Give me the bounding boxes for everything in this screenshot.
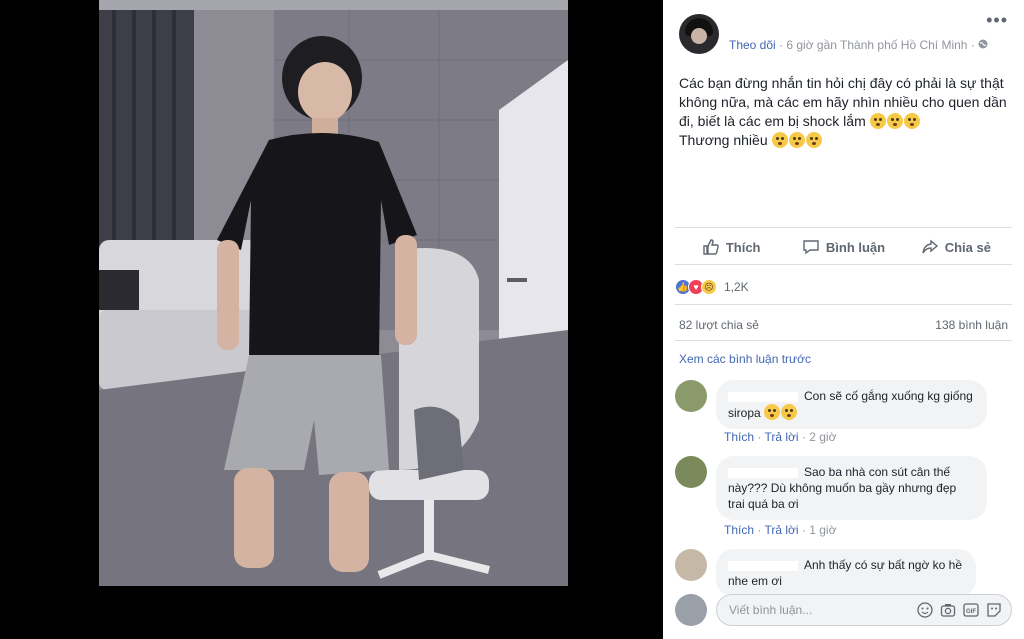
author-avatar[interactable] xyxy=(679,14,719,54)
comment-count[interactable]: 138 bình luận xyxy=(935,318,1008,332)
divider xyxy=(675,264,1012,265)
share-count[interactable]: 82 lượt chia sẻ xyxy=(679,318,759,332)
like-button[interactable]: Thích xyxy=(675,230,787,264)
commenter-name-redacted[interactable] xyxy=(728,560,798,571)
post-text-line-2: Thương nhiều xyxy=(679,132,772,148)
share-label: Chia sẻ xyxy=(944,239,991,255)
flushed-emoji-icon xyxy=(869,113,886,129)
post-panel: Theo dõi · 6 giờ gần Thành phố Hồ Chí Mi… xyxy=(663,0,1024,639)
sad-reaction-icon: ☹ xyxy=(701,279,717,295)
commenter-name-redacted[interactable] xyxy=(728,391,798,402)
share-button[interactable]: Chia sẻ xyxy=(900,230,1012,264)
author-name-redacted[interactable] xyxy=(733,14,823,26)
flushed-emoji-icon xyxy=(903,113,920,129)
reactions-summary[interactable]: 👍 ♥ ☹ 1,2K xyxy=(675,278,749,296)
comment-bubble: Sao ba nhà con sút cân thế này??? Dù khô… xyxy=(716,456,987,520)
hug-emoji-icon xyxy=(771,132,788,148)
thinking-emoji-icon xyxy=(764,404,781,420)
photo-image xyxy=(99,0,568,586)
comment-like-link[interactable]: Thích xyxy=(724,523,754,537)
commenter-name-redacted[interactable] xyxy=(728,467,798,478)
emoji-icon[interactable] xyxy=(917,602,933,618)
post-text: Các bạn đừng nhắn tin hỏi chị đây có phả… xyxy=(679,74,1014,150)
globe-icon xyxy=(978,38,988,52)
action-bar: Thích Bình luận Chia sẻ xyxy=(675,230,1012,264)
more-options-icon[interactable]: ••• xyxy=(986,11,1008,29)
comment-button[interactable]: Bình luận xyxy=(787,230,899,264)
divider xyxy=(675,304,1012,305)
comment-reply-link[interactable]: Trả lời xyxy=(764,523,798,537)
follow-link[interactable]: Theo dõi xyxy=(729,38,776,52)
commenter-avatar[interactable] xyxy=(675,380,707,412)
comment-reply-link[interactable]: Trả lời xyxy=(764,430,798,444)
comment-label: Bình luận xyxy=(825,239,886,255)
commenter-avatar[interactable] xyxy=(675,549,707,581)
sticker-icon[interactable] xyxy=(986,602,1002,618)
commenter-avatar[interactable] xyxy=(675,456,707,488)
view-previous-comments-link[interactable]: Xem các bình luận trước xyxy=(679,352,811,366)
like-label: Thích xyxy=(725,239,761,255)
comment-time[interactable]: 2 giờ xyxy=(809,430,836,444)
comment-composer: GIF xyxy=(675,594,1012,626)
flushed-emoji-icon xyxy=(886,113,903,129)
comment-actions: Thích · Trả lời · 1 giờ xyxy=(724,523,837,537)
post-header: Theo dõi · 6 giờ gần Thành phố Hồ Chí Mi… xyxy=(663,0,1024,60)
post-stats: 82 lượt chia sẻ 138 bình luận xyxy=(679,318,1008,332)
share-arrow-icon xyxy=(921,239,938,254)
user-avatar[interactable] xyxy=(675,594,707,626)
speech-bubble-icon xyxy=(803,240,819,255)
svg-text:GIF: GIF xyxy=(966,609,976,615)
comment-actions: Thích · Trả lời · 2 giờ xyxy=(724,430,837,444)
comment-time[interactable]: 1 giờ xyxy=(809,523,836,537)
comment-bubble: Con sẽ cố gắng xuống kg giống siropa xyxy=(716,380,987,429)
thinking-emoji-icon xyxy=(781,404,798,420)
post-text-line-1: Các bạn đừng nhắn tin hỏi chị đây có phả… xyxy=(679,75,1007,129)
thumbs-up-icon xyxy=(703,239,719,255)
camera-icon[interactable] xyxy=(940,602,956,618)
post-time-location[interactable]: · 6 giờ gần Thành phố Hồ Chí Minh · xyxy=(776,38,978,52)
comment-bubble: Anh thấy có sự bất ngờ ko hề nhe em ơi xyxy=(716,549,976,597)
composer-icons: GIF xyxy=(917,602,1002,618)
hug-emoji-icon xyxy=(788,132,805,148)
reaction-count[interactable]: 1,2K xyxy=(724,280,749,294)
hug-emoji-icon xyxy=(805,132,822,148)
divider xyxy=(675,340,1012,341)
post-meta: Theo dõi · 6 giờ gần Thành phố Hồ Chí Mi… xyxy=(729,38,988,52)
post-photo[interactable] xyxy=(99,0,568,586)
gif-icon[interactable]: GIF xyxy=(963,602,979,618)
comment-like-link[interactable]: Thích xyxy=(724,430,754,444)
divider xyxy=(675,227,1012,228)
